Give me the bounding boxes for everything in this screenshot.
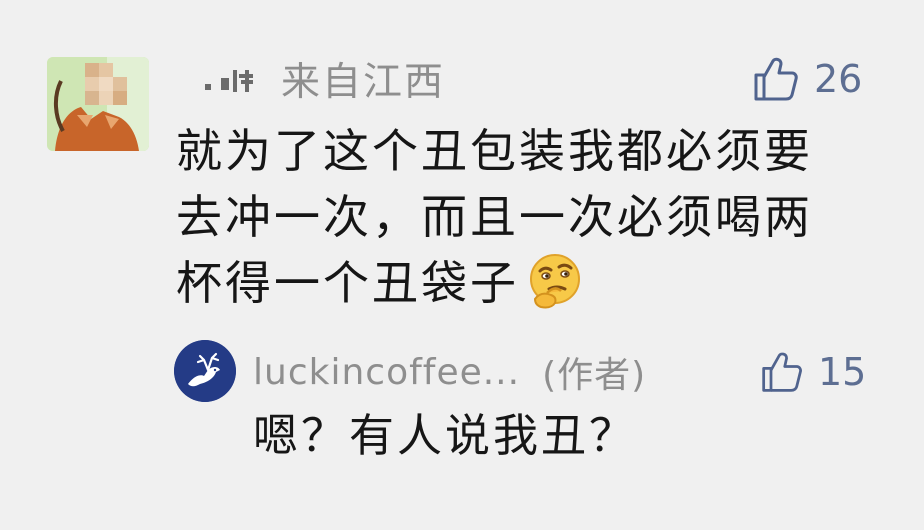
author-badge: (作者) (542, 355, 647, 396)
like-button[interactable]: 26 (752, 54, 862, 104)
comment-line: 去冲一次，而且一次必须喝两 (176, 190, 813, 244)
reply-body: 嗯？有人说我丑？ (253, 409, 638, 462)
thumbs-up-icon (754, 57, 798, 101)
thumbs-up-icon (762, 352, 802, 392)
reply-like-count: 15 (818, 350, 867, 394)
reply-like-button[interactable]: 15 (760, 347, 866, 397)
comment-header: 来自江西 (205, 56, 445, 105)
reply-header: luckincoffee... (作者) (253, 347, 646, 397)
username-redacted[interactable] (205, 64, 263, 94)
comment-body: 就为了这个丑包装我都必须要 去冲一次，而且一次必须喝两 杯得一个丑袋子 (176, 118, 876, 328)
comment-line-last: 杯得一个丑袋子 (176, 250, 876, 328)
comment-line-text: 杯得一个丑袋子 (176, 256, 519, 310)
location-label: 来自江西 (281, 60, 446, 105)
reply-username[interactable]: luckincoffee... (253, 352, 520, 393)
comment-line: 就为了这个丑包装我都必须要 (176, 124, 813, 178)
like-count: 26 (814, 57, 863, 101)
comment-thread: 来自江西 26 就为了这个丑包装我都必须要 去冲一次，而且一次必须喝两 杯得一个… (0, 0, 924, 530)
thinking-emoji-icon (525, 251, 585, 328)
avatar[interactable] (47, 57, 149, 151)
brand-avatar[interactable] (174, 340, 236, 402)
